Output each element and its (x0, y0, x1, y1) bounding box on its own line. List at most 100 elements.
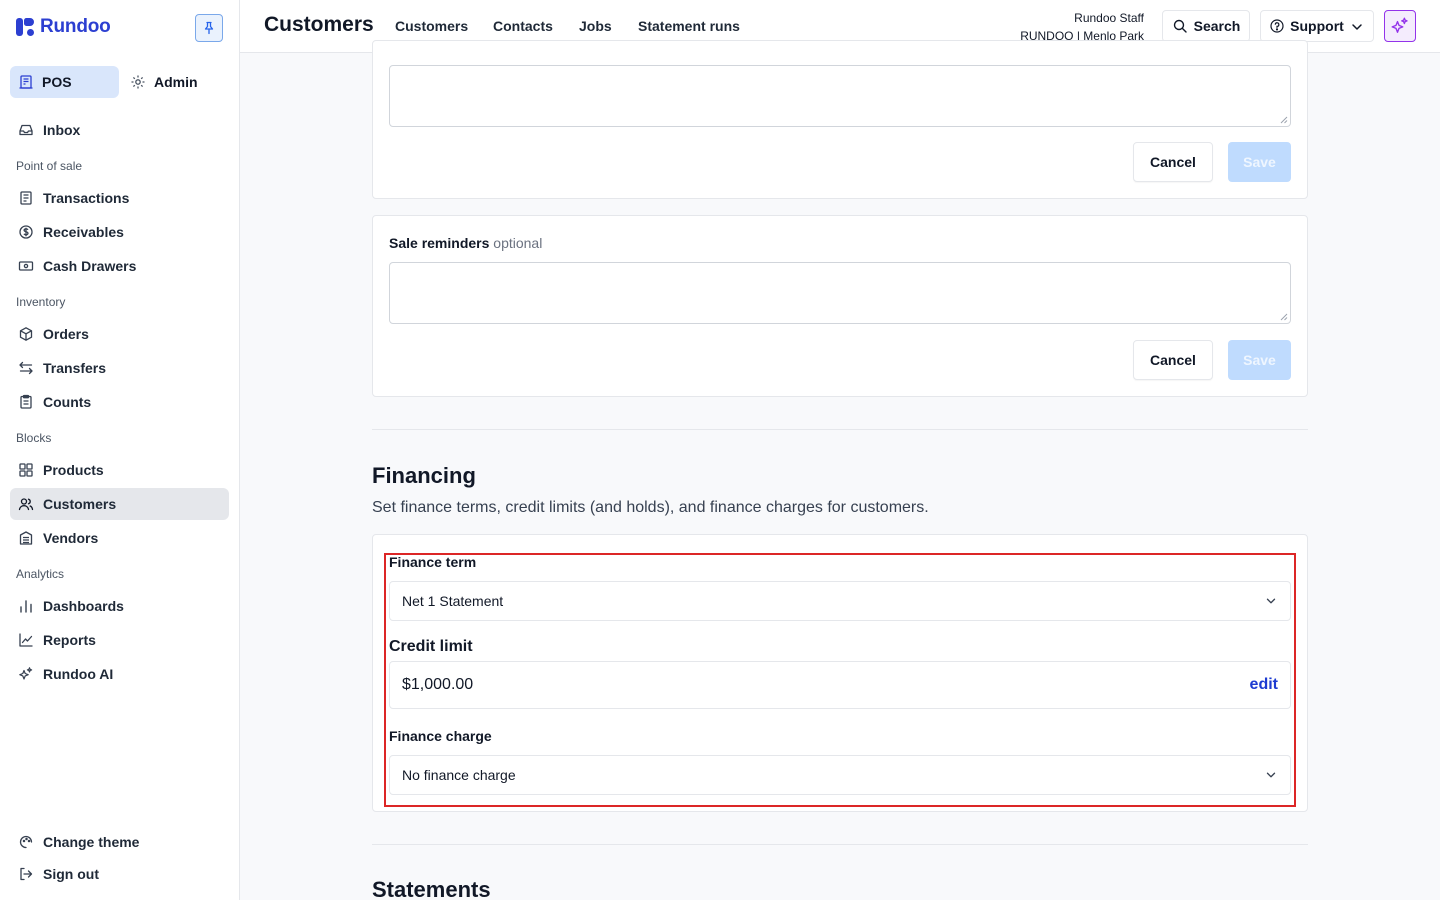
support-label: Support (1290, 18, 1344, 34)
building-icon (18, 530, 34, 546)
financing-description: Set finance terms, credit limits (and ho… (372, 499, 929, 516)
sidebar-item-label: Receivables (43, 224, 124, 240)
line-chart-icon (18, 632, 34, 648)
sidebar-item-dashboards[interactable]: Dashboards (10, 590, 229, 622)
chevron-down-icon (1264, 768, 1278, 782)
sidebar-item-orders[interactable]: Orders (10, 318, 229, 350)
page-title: Customers (264, 13, 374, 36)
search-label: Search (1193, 18, 1241, 34)
rundoo-ai-button[interactable] (1384, 10, 1416, 42)
users-icon (18, 496, 34, 512)
mode-switch: POS Admin (10, 66, 230, 98)
sidebar-section-inventory: Inventory (16, 295, 66, 309)
box-icon (18, 326, 34, 342)
receipt-icon (18, 190, 34, 206)
chevron-down-icon (1264, 594, 1278, 608)
sale-reminders-textarea[interactable] (389, 262, 1291, 324)
mode-pos-button[interactable]: POS (10, 66, 119, 98)
financing-title: Financing (372, 463, 476, 488)
credit-limit-field: $1,000.00 edit (389, 661, 1291, 709)
mode-admin-button[interactable]: Admin (128, 66, 228, 98)
sidebar-item-inbox[interactable]: Inbox (10, 114, 229, 146)
dollar-circle-icon (18, 224, 34, 240)
financing-card: Finance term Net 1 Statement Credit limi… (372, 534, 1308, 812)
store-icon (18, 74, 34, 90)
tab-contacts[interactable]: Contacts (493, 18, 553, 34)
sidebar-item-customers[interactable]: Customers (10, 488, 229, 520)
resize-grip-icon[interactable] (1280, 116, 1288, 124)
tab-jobs[interactable]: Jobs (579, 18, 612, 34)
sidebar-item-label: Transfers (43, 360, 107, 376)
edit-credit-limit-link[interactable]: edit (1250, 676, 1278, 694)
sidebar-item-products[interactable]: Products (10, 454, 229, 486)
sidebar-section-analytics: Analytics (16, 567, 65, 581)
tab-statement-runs[interactable]: Statement runs (638, 18, 740, 34)
brand-name: Rundoo (40, 16, 111, 37)
section-divider (372, 429, 1308, 430)
sparkles-icon (1390, 16, 1410, 36)
support-button[interactable]: Support (1260, 10, 1374, 42)
bar-chart-icon (18, 598, 34, 614)
sidebar-item-label: Dashboards (43, 598, 124, 614)
rundoo-logo-icon (16, 18, 34, 36)
brand[interactable]: Rundoo (16, 16, 111, 38)
notes-textarea[interactable] (389, 65, 1291, 127)
inbox-icon (18, 122, 34, 138)
help-circle-icon (1269, 18, 1285, 34)
sidebar-item-cash-drawers[interactable]: Cash Drawers (10, 250, 229, 282)
sign-out-label: Sign out (43, 866, 99, 882)
credit-limit-value: $1,000.00 (402, 676, 474, 693)
sidebar-item-rundoo-ai[interactable]: Rundoo AI (10, 658, 229, 690)
cancel-button[interactable]: Cancel (1133, 340, 1213, 380)
sidebar-item-label: Vendors (43, 530, 99, 546)
search-button[interactable]: Search (1162, 10, 1250, 42)
sign-out-button[interactable]: Sign out (10, 858, 229, 890)
cash-icon (18, 258, 34, 274)
save-button[interactable]: Save (1228, 142, 1291, 182)
sidebar-item-label: Rundoo AI (43, 666, 114, 682)
sign-out-icon (18, 866, 34, 882)
grid-icon (18, 462, 34, 478)
save-button[interactable]: Save (1228, 340, 1291, 380)
sale-reminders-card: Sale reminders optional Cancel Save (372, 215, 1308, 397)
finance-term-select[interactable]: Net 1 Statement (389, 581, 1291, 621)
sidebar-item-transfers[interactable]: Transfers (10, 352, 229, 384)
cancel-button[interactable]: Cancel (1133, 142, 1213, 182)
finance-charge-select[interactable]: No finance charge (389, 755, 1291, 795)
sidebar-item-counts[interactable]: Counts (10, 386, 229, 418)
sidebar: Rundoo POS Admin Inbox Point of sale Tra… (0, 0, 240, 900)
sidebar-section-point-of-sale: Point of sale (16, 159, 83, 173)
sidebar-item-receivables[interactable]: Receivables (10, 216, 229, 248)
gear-icon (130, 74, 146, 90)
sidebar-item-label: Products (43, 462, 104, 478)
sparkles-icon (18, 666, 34, 682)
sidebar-item-label: Cash Drawers (43, 258, 137, 274)
pin-icon (201, 20, 217, 36)
sidebar-item-transactions[interactable]: Transactions (10, 182, 229, 214)
sidebar-item-label: Inbox (43, 122, 81, 138)
search-icon (1172, 18, 1188, 34)
tab-customers[interactable]: Customers (395, 18, 468, 34)
change-theme-button[interactable]: Change theme (10, 826, 229, 858)
sidebar-item-label: Counts (43, 394, 92, 410)
user-name: Rundoo Staff (1074, 11, 1144, 25)
credit-limit-label: Credit limit (389, 638, 473, 655)
palette-icon (18, 834, 34, 850)
sale-reminders-title: Sale reminders (389, 235, 490, 251)
sidebar-item-label: Customers (43, 496, 117, 512)
change-theme-label: Change theme (43, 834, 140, 850)
sidebar-item-reports[interactable]: Reports (10, 624, 229, 656)
optional-tag: optional (493, 235, 543, 251)
arrows-left-right-icon (18, 360, 34, 376)
pin-sidebar-button[interactable] (195, 14, 223, 42)
finance-term-value: Net 1 Statement (402, 593, 504, 609)
resize-grip-icon[interactable] (1280, 313, 1288, 321)
sidebar-section-blocks: Blocks (16, 431, 52, 445)
sidebar-item-label: Reports (43, 632, 96, 648)
statements-title: Statements (372, 877, 491, 900)
finance-charge-value: No finance charge (402, 767, 516, 783)
finance-charge-label: Finance charge (389, 728, 492, 744)
sidebar-item-label: Orders (43, 326, 89, 342)
sidebar-item-vendors[interactable]: Vendors (10, 522, 229, 554)
sidebar-item-label: Transactions (43, 190, 130, 206)
